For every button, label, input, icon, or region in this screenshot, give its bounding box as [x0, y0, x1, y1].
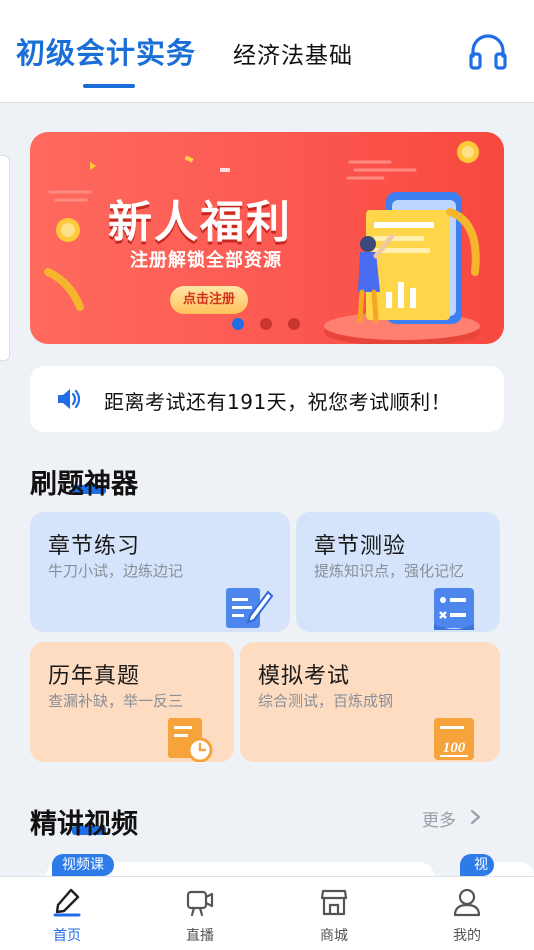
banner-title: 新人福利: [108, 197, 292, 248]
carousel-dot[interactable]: [260, 318, 272, 330]
card-subtitle: 查漏补缺，举一反三: [48, 692, 184, 710]
left-edge-panel: [0, 155, 10, 361]
live-camera-icon: [186, 890, 214, 917]
headset-icon[interactable]: [468, 32, 508, 72]
chapter-practice-card[interactable]: 章节练习 牛刀小试，边练边记: [30, 512, 290, 632]
mock-exam-card[interactable]: 模拟考试 综合测试，百炼成钢 100: [240, 642, 500, 762]
tab-economic-law[interactable]: 经济法基础: [233, 36, 353, 70]
bottom-navigation: 首页 直播 商城 我的: [0, 876, 534, 950]
score-100-icon: 100: [434, 718, 474, 760]
pencil-doc-icon: [226, 588, 274, 628]
video-course-badge-next: 视: [460, 854, 494, 876]
carousel-dot-active[interactable]: [232, 318, 244, 330]
more-videos-link[interactable]: 更多: [422, 806, 456, 831]
clock-doc-icon: [168, 718, 213, 762]
card-subtitle: 综合测试，百炼成钢: [258, 692, 394, 710]
chapter-quiz-card[interactable]: 章节测验 提炼知识点，强化记忆: [296, 512, 500, 632]
speaker-icon: [58, 389, 81, 409]
promo-banner[interactable]: 新人福利 注册解锁全部资源 点击注册: [30, 132, 504, 344]
carousel-dot[interactable]: [288, 318, 300, 330]
nav-label: 首页: [53, 928, 81, 944]
nav-label: 直播: [186, 928, 214, 944]
card-title: 模拟考试: [258, 664, 351, 689]
practice-section-title: 刷题神器: [30, 469, 138, 500]
profile-icon: [453, 888, 481, 917]
home-pen-icon: [53, 888, 81, 917]
phone-illustration: [324, 192, 480, 344]
chevron-right-icon[interactable]: [468, 808, 482, 826]
top-header: 初级会计实务 经济法基础: [0, 0, 534, 103]
exam-countdown-notice[interactable]: 距离考试还有191天，祝您考试顺利！: [30, 366, 504, 432]
card-title: 历年真题: [48, 664, 141, 689]
register-button[interactable]: 点击注册: [170, 286, 248, 314]
card-subtitle: 牛刀小试，边练边记: [48, 562, 184, 580]
active-tab-indicator: [83, 84, 135, 88]
video-section-title: 精讲视频: [30, 809, 138, 840]
card-title: 章节测验: [314, 534, 407, 559]
nav-profile[interactable]: 我的: [427, 877, 507, 950]
nav-live[interactable]: 直播: [160, 877, 240, 950]
nav-shop[interactable]: 商城: [294, 877, 374, 950]
quiz-sheet-icon: [434, 588, 474, 630]
past-exams-card[interactable]: 历年真题 查漏补缺，举一反三: [30, 642, 234, 762]
banner-subtitle: 注册解锁全部资源: [130, 250, 282, 271]
tab-primary-accounting[interactable]: 初级会计实务: [16, 30, 196, 72]
nav-label: 商城: [320, 928, 348, 944]
nav-home[interactable]: 首页: [27, 877, 107, 950]
countdown-text: 距离考试还有191天，祝您考试顺利！: [104, 390, 452, 414]
video-course-badge: 视频课: [52, 854, 114, 876]
card-subtitle: 提炼知识点，强化记忆: [314, 562, 465, 580]
card-title: 章节练习: [48, 534, 141, 559]
shop-icon: [320, 889, 348, 916]
svg-text:100: 100: [443, 740, 466, 756]
nav-label: 我的: [453, 928, 481, 944]
